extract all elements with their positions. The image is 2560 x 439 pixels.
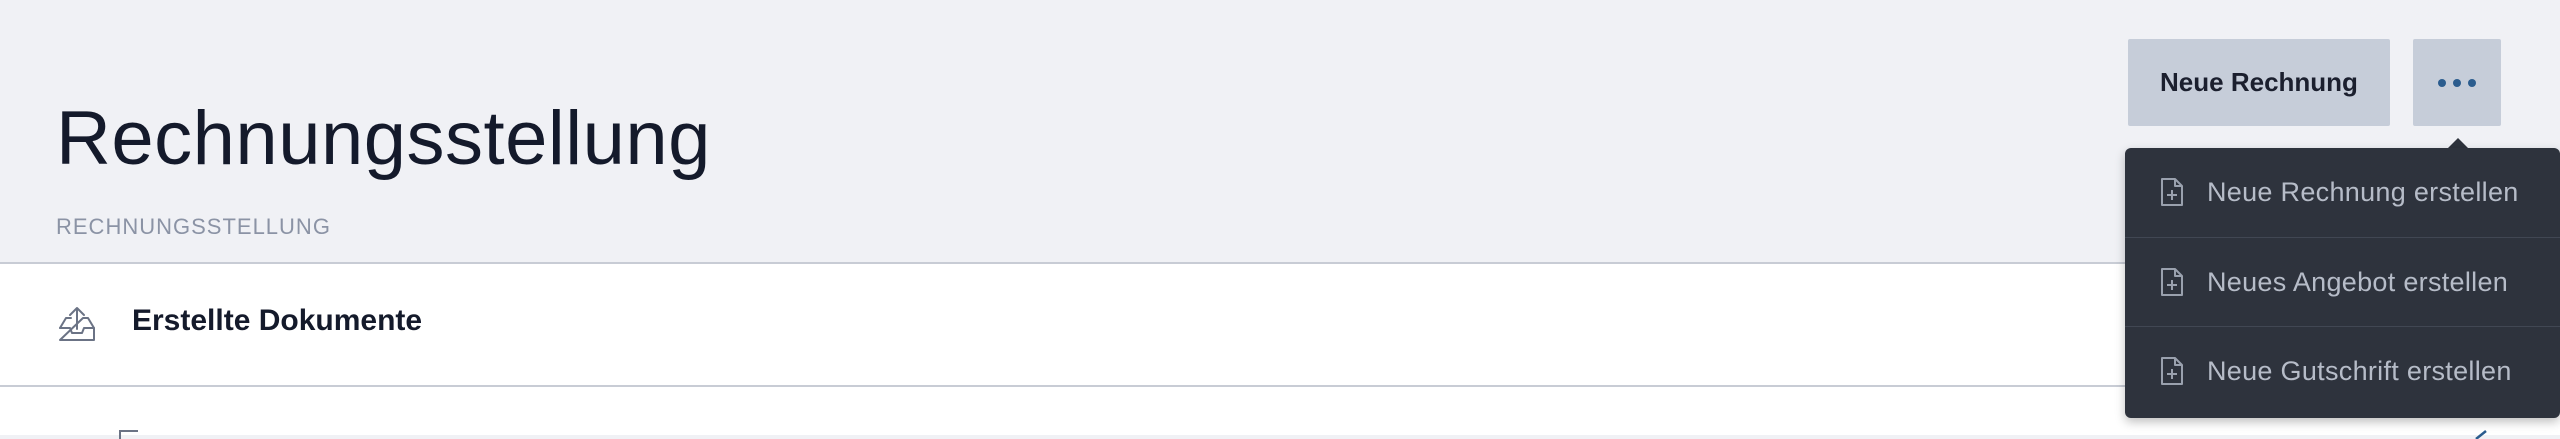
file-plus-icon — [2161, 178, 2183, 206]
menu-item-label: Neue Gutschrift erstellen — [2207, 355, 2512, 386]
options-dropdown-menu: Neue Rechnung erstellen Neues Angebot er… — [2125, 148, 2560, 418]
list-item-label: Erstellte Dokumente — [132, 304, 423, 337]
file-plus-icon — [2161, 357, 2183, 385]
document-icon — [119, 430, 138, 439]
upload-tray-icon — [59, 307, 95, 341]
more-horizontal-icon-dot — [2468, 78, 2476, 87]
more-horizontal-icon-dot — [2453, 78, 2461, 87]
file-plus-icon — [2161, 268, 2183, 296]
page-title: Rechnungsstellung — [56, 95, 711, 181]
more-horizontal-icon — [2438, 78, 2446, 87]
menu-item-new-invoice[interactable]: Neue Rechnung erstellen — [2125, 148, 2560, 236]
menu-item-new-credit-note[interactable]: Neue Gutschrift erstellen — [2125, 326, 2560, 415]
menu-item-label: Neues Angebot erstellen — [2207, 266, 2509, 297]
menu-item-label: Neue Rechnung erstellen — [2207, 176, 2519, 207]
breadcrumb[interactable]: RECHNUNGSSTELLUNG — [56, 214, 331, 240]
new-invoice-button[interactable]: Neue Rechnung — [2128, 39, 2390, 126]
menu-item-new-quote[interactable]: Neues Angebot erstellen — [2125, 237, 2560, 326]
more-options-button[interactable] — [2413, 39, 2501, 126]
